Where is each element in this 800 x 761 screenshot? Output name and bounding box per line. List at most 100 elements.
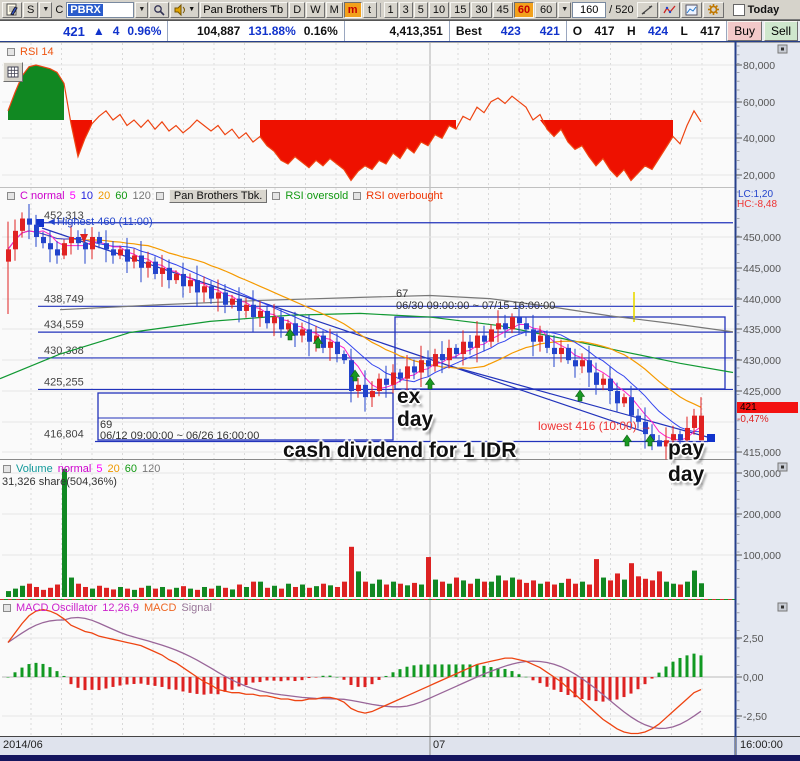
trade-value: 4,413,351	[389, 24, 443, 38]
period-button-group: DWMmt	[289, 1, 377, 18]
price-change: 4	[112, 24, 120, 38]
quote-bar: 421 ▲ 4 0.96% 104,887 131.88% 0.16% 4,41…	[0, 20, 800, 42]
period-button-D[interactable]: D	[289, 1, 306, 18]
minute-button-60[interactable]: 60	[513, 1, 535, 18]
minute-button-group: 1 3 5 10 15 30 45 60	[383, 1, 535, 18]
minute-button-5[interactable]: 5	[413, 1, 428, 18]
notes-icon[interactable]	[2, 1, 22, 18]
axis-label: 20,000	[743, 170, 775, 182]
minute-combo-dropdown[interactable]: ▼	[558, 1, 572, 18]
indicator-tool-glyph	[663, 5, 676, 13]
low-label: L	[680, 24, 688, 38]
axis-label: 80,000	[743, 60, 775, 72]
quote-value-cell: 4,413,351	[344, 21, 450, 41]
s-mode-button[interactable]: S	[23, 1, 39, 18]
period-button-M[interactable]: M	[325, 1, 343, 18]
open-value: 417	[594, 24, 615, 38]
period-button-W[interactable]: W	[306, 1, 325, 18]
quote-best-cell: Best 423 421	[449, 21, 567, 41]
settings-gear-icon[interactable]	[702, 1, 724, 18]
trendline-tool-glyph	[641, 4, 653, 15]
axis-label: 40,000	[743, 133, 775, 145]
period-button-t[interactable]: t	[362, 1, 377, 18]
notes-icon-glyph	[6, 3, 18, 16]
axis-label: 200,000	[743, 509, 781, 521]
sell-button[interactable]: Sell	[763, 21, 798, 41]
level-label: 434,559	[44, 319, 84, 331]
speaker-icon[interactable]: ▼	[170, 1, 200, 18]
chart-canvas[interactable]: 452,313 438,749 434,559 430,368 425,255 416,8…	[0, 0, 800, 761]
best-bid: 421	[539, 24, 560, 38]
order-buttons: Buy Sell	[727, 21, 800, 41]
minute-button-45[interactable]: 45	[492, 1, 513, 18]
axis-label: 435,000	[743, 324, 781, 336]
last-price: 421	[63, 23, 85, 39]
level-label: 425,255	[44, 376, 84, 388]
trading-app-window: S ▼ C PBRX ▼ ▼ Pan Brothers Tb DWMmt 135…	[0, 0, 800, 761]
level-label: 430,368	[44, 345, 84, 357]
trendline-tool-icon[interactable]	[636, 1, 658, 18]
up-arrow-icon: ▲	[92, 24, 105, 38]
chart-image-icon[interactable]	[680, 1, 702, 18]
data-grid-icon[interactable]	[3, 62, 23, 82]
axis-label: 100,000	[743, 550, 781, 562]
best-ask: 423	[500, 24, 521, 38]
axis-label: 0,00	[743, 672, 764, 684]
minute-button-30[interactable]: 30	[471, 1, 492, 18]
today-checkbox-box[interactable]	[732, 3, 745, 16]
settings-gear-glyph	[707, 4, 719, 15]
symbol-text: PBRX	[68, 3, 103, 16]
indicator-tool-icon[interactable]	[658, 1, 680, 18]
s-mode-dropdown[interactable]: ▼	[39, 1, 53, 18]
axis-label: 450,000	[743, 232, 781, 244]
quote-volume-cell: 104,887 131.88% 0.16%	[168, 21, 345, 41]
minute-combo[interactable]: 60	[535, 1, 558, 18]
chart-image-glyph	[685, 4, 698, 15]
last-price-tag: 421	[737, 402, 798, 413]
axis-label: 300,000	[743, 468, 781, 480]
minute-button-1[interactable]: 1	[383, 1, 398, 18]
minute-button-15[interactable]: 15	[450, 1, 471, 18]
volume-value: 104,887	[196, 24, 241, 38]
volume-ratio: 131.88%	[248, 24, 296, 38]
today-checkbox[interactable]: Today	[732, 3, 780, 16]
axis-label: 60,000	[743, 97, 775, 109]
minute-button-3[interactable]: 3	[398, 1, 413, 18]
toolbar: S ▼ C PBRX ▼ ▼ Pan Brothers Tb DWMmt 135…	[0, 0, 800, 20]
high-value: 424	[648, 24, 669, 38]
c-label: C	[55, 3, 64, 16]
best-label: Best	[455, 24, 482, 38]
axis-label: 415,000	[743, 447, 781, 459]
open-label: O	[572, 24, 583, 38]
quote-ohl-cell: O 417 H 424 L 417	[566, 21, 728, 41]
bars-count-input[interactable]: 160	[572, 1, 607, 18]
stock-name-box: Pan Brothers Tb	[200, 1, 289, 18]
symbol-input[interactable]: PBRX	[66, 1, 135, 18]
axis-label: -2,50	[743, 711, 767, 723]
level-label: 438,749	[44, 293, 84, 305]
period-button-m[interactable]: m	[343, 1, 362, 18]
search-icon-glyph	[154, 4, 165, 16]
bars-total-label: / 520	[609, 3, 634, 16]
search-icon[interactable]	[149, 1, 170, 18]
minute-button-10[interactable]: 10	[428, 1, 450, 18]
endpoint-marker	[707, 434, 715, 442]
turnover-pct: 0.16%	[303, 24, 338, 38]
level-label: 452,313	[44, 210, 84, 222]
level-label: 416,804	[44, 428, 84, 440]
today-label: Today	[747, 3, 780, 16]
toolbar-separator	[379, 2, 381, 17]
axis-label: 2,50	[743, 633, 764, 645]
price-change-pct: 0.96%	[127, 24, 162, 38]
low-value: 417	[700, 24, 721, 38]
axis-label: 440,000	[743, 294, 781, 306]
axis-label: 445,000	[743, 263, 781, 275]
buy-button[interactable]: Buy	[727, 21, 762, 41]
speaker-icon-glyph	[174, 3, 186, 16]
high-label: H	[626, 24, 636, 38]
axis-label: 430,000	[743, 355, 781, 367]
last-pct-tag: -0,47%	[737, 414, 769, 425]
quote-price-cell: 421 ▲ 4 0.96%	[0, 21, 169, 41]
symbol-dropdown[interactable]: ▼	[135, 1, 149, 18]
data-grid-glyph	[7, 66, 19, 78]
